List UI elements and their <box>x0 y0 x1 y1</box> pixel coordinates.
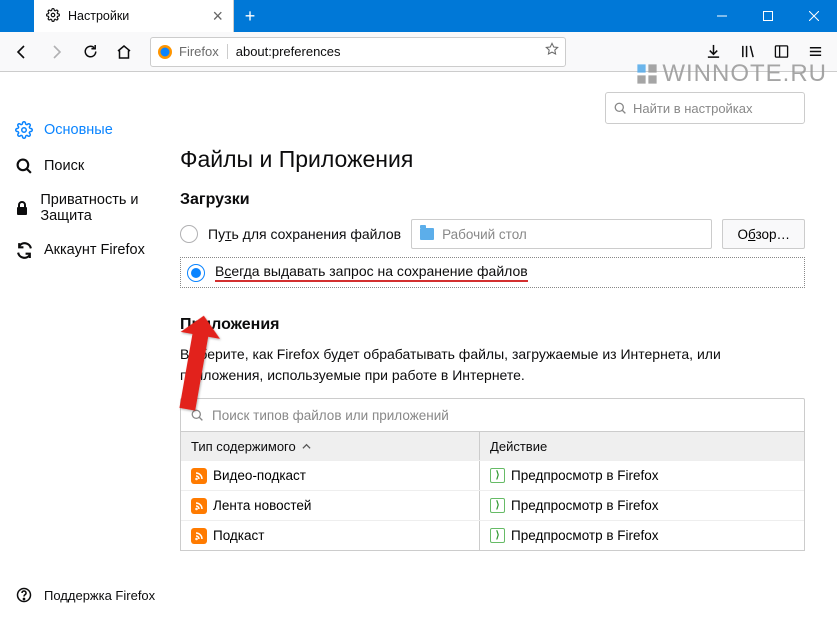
bookmark-star-icon[interactable] <box>545 42 559 61</box>
preview-icon: ⟩ <box>490 498 505 513</box>
identity-label: Firefox <box>179 44 228 59</box>
sidebar-item-sync[interactable]: Аккаунт Firefox <box>0 232 180 268</box>
rss-icon <box>191 528 207 544</box>
maximize-button[interactable] <box>745 0 791 32</box>
section-title: Файлы и Приложения <box>180 146 805 173</box>
downloads-heading: Загрузки <box>180 191 805 209</box>
folder-icon <box>420 228 434 240</box>
search-icon <box>614 102 627 115</box>
help-icon <box>14 585 34 605</box>
back-button[interactable] <box>6 36 38 68</box>
new-tab-button[interactable]: + <box>234 0 266 32</box>
reload-button[interactable] <box>74 36 106 68</box>
radio-always-ask[interactable] <box>187 264 205 282</box>
url-bar[interactable]: Firefox about:preferences <box>150 37 566 67</box>
tab-title: Настройки <box>68 9 129 23</box>
window-titlebar: Настройки × + <box>0 0 837 32</box>
download-path-label: Путь для сохранения файлов <box>208 226 401 242</box>
table-row[interactable]: Лента новостей ⟩Предпросмотр в Firefox <box>181 490 804 520</box>
sidebar-item-privacy[interactable]: Приватность и Защита <box>0 184 180 232</box>
rss-icon <box>191 468 207 484</box>
column-content-type[interactable]: Тип содержимого <box>181 432 480 460</box>
firefox-logo-icon <box>157 44 173 60</box>
download-folder-field[interactable]: Рабочий стол <box>411 219 712 249</box>
preferences-sidebar: Основные Поиск Приватность и Защита Акка… <box>0 72 180 623</box>
rss-icon <box>191 498 207 514</box>
gear-icon <box>14 120 34 140</box>
preferences-main: Найти в настройках Файлы и Приложения За… <box>180 72 837 623</box>
sidebar-label: Основные <box>44 122 113 138</box>
sidebar-label: Приватность и Защита <box>40 192 166 224</box>
url-text: about:preferences <box>236 44 545 59</box>
column-action[interactable]: Действие <box>480 432 804 460</box>
browse-button[interactable]: Обзор… <box>722 219 805 249</box>
lock-icon <box>14 198 30 218</box>
forward-button[interactable] <box>40 36 72 68</box>
sync-icon <box>14 240 34 260</box>
table-header: Тип содержимого Действие <box>181 432 804 460</box>
preferences-search-input[interactable]: Найти в настройках <box>605 92 805 124</box>
preview-icon: ⟩ <box>490 528 505 543</box>
radio-save-path[interactable] <box>180 225 198 243</box>
sidebar-item-general[interactable]: Основные <box>0 112 180 148</box>
table-row[interactable]: Подкаст ⟩Предпросмотр в Firefox <box>181 520 804 550</box>
filetype-search-input[interactable]: Поиск типов файлов или приложений <box>180 398 805 432</box>
sidebar-label: Поиск <box>44 158 84 174</box>
window-close-button[interactable] <box>791 0 837 32</box>
close-tab-icon[interactable]: × <box>212 6 223 27</box>
preview-icon: ⟩ <box>490 468 505 483</box>
table-row[interactable]: Видео-подкаст ⟩Предпросмотр в Firefox <box>181 460 804 490</box>
apps-description: Выберите, как Firefox будет обрабатывать… <box>180 344 800 386</box>
sort-up-icon <box>302 442 311 451</box>
minimize-button[interactable] <box>699 0 745 32</box>
home-button[interactable] <box>108 36 140 68</box>
download-folder-name: Рабочий стол <box>442 227 527 242</box>
search-icon <box>14 156 34 176</box>
sidebar-label: Поддержка Firefox <box>44 588 155 603</box>
filetype-table: Тип содержимого Действие Видео-подкаст ⟩… <box>180 432 805 551</box>
sidebar-label: Аккаунт Firefox <box>44 242 145 258</box>
download-path-row: Путь для сохранения файлов Рабочий стол … <box>180 219 805 249</box>
gear-icon <box>46 8 60 25</box>
sidebar-item-support[interactable]: Поддержка Firefox <box>0 577 180 613</box>
browser-tab[interactable]: Настройки × <box>34 0 234 32</box>
search-placeholder: Найти в настройках <box>633 101 753 116</box>
always-ask-label: Всегда выдавать запрос на сохранение фай… <box>215 263 528 282</box>
search-icon <box>191 409 204 422</box>
apps-heading: Приложения <box>180 316 805 334</box>
always-ask-row: Всегда выдавать запрос на сохранение фай… <box>180 257 805 288</box>
sidebar-item-search[interactable]: Поиск <box>0 148 180 184</box>
